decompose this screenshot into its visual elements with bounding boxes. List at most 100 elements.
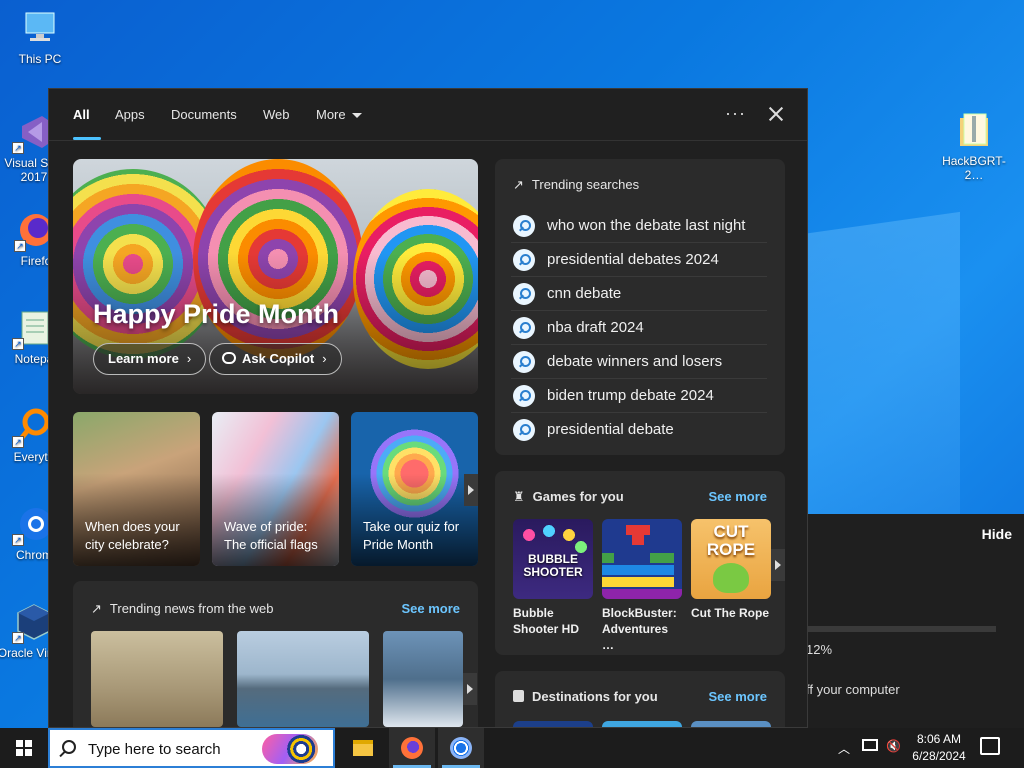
start-button[interactable] bbox=[0, 728, 48, 768]
news-see-more-link[interactable]: See more bbox=[401, 601, 460, 616]
om-nom-character bbox=[713, 563, 749, 593]
trending-search-item[interactable]: debate winners and losers bbox=[511, 345, 767, 379]
card-caption: Take our quiz for Pride Month bbox=[363, 519, 460, 552]
trending-search-text: nba draft 2024 bbox=[547, 319, 644, 336]
game-thumbnail: BUBBLE SHOOTER bbox=[513, 519, 593, 599]
game-thumbnail: CUT ROPE bbox=[691, 519, 771, 599]
game-name: Bubble Shooter HD bbox=[513, 606, 579, 636]
search-icon bbox=[513, 351, 535, 373]
trending-search-item[interactable]: who won the debate last night bbox=[511, 209, 767, 243]
game-blockbuster[interactable]: BlockBuster: Adventures … bbox=[602, 519, 682, 653]
desktop-icon-hackbgrt-folder[interactable]: HackBGRT-2… bbox=[936, 110, 1012, 182]
computer-icon bbox=[20, 8, 60, 48]
trending-search-item[interactable]: nba draft 2024 bbox=[511, 311, 767, 345]
background-progress-dialog: Hide 12% ff your computer bbox=[790, 514, 1024, 728]
taskbar-chrome[interactable] bbox=[438, 728, 484, 768]
desktop-icon-label: HackBGRT-2… bbox=[942, 154, 1006, 182]
trending-search-text: presidential debate bbox=[547, 421, 674, 438]
taskbar-search-box[interactable]: Type here to search bbox=[48, 728, 335, 768]
card-pride-quiz[interactable]: Take our quiz for Pride Month bbox=[351, 412, 478, 566]
taskbar-firefox[interactable] bbox=[389, 728, 435, 768]
destination-thumbnail[interactable] bbox=[513, 721, 593, 727]
trending-search-item[interactable]: cnn debate bbox=[511, 277, 767, 311]
taskbar: Type here to search ︿ 🔇 8:06 AM 6/28/202… bbox=[0, 728, 1024, 768]
trending-news-title: Trending news from the web bbox=[109, 601, 274, 616]
news-item-image[interactable] bbox=[383, 631, 463, 727]
game-thumb-title: BUBBLE SHOOTER bbox=[523, 552, 583, 579]
game-thumbnail bbox=[602, 519, 682, 599]
news-item-image[interactable] bbox=[91, 631, 223, 727]
hide-button[interactable]: Hide bbox=[982, 526, 1012, 542]
ask-copilot-label: Ask Copilot bbox=[242, 351, 315, 366]
folder-zip-icon bbox=[954, 110, 994, 150]
more-options-button[interactable]: ··· bbox=[725, 103, 746, 124]
shortcut-arrow-icon: ↗ bbox=[12, 632, 24, 644]
active-tab-indicator bbox=[73, 137, 101, 140]
card-city-celebrate[interactable]: When does your city celebrate? bbox=[73, 412, 200, 566]
volume-muted-icon[interactable]: 🔇 bbox=[886, 739, 901, 768]
tab-more[interactable]: More bbox=[316, 107, 362, 122]
search-icon bbox=[513, 249, 535, 271]
game-cut-the-rope[interactable]: CUT ROPE Cut The Rope bbox=[691, 519, 771, 621]
tab-more-label: More bbox=[316, 107, 346, 122]
shortcut-arrow-icon: ↗ bbox=[12, 142, 24, 154]
taskbar-file-explorer[interactable] bbox=[340, 728, 386, 768]
news-item-image[interactable] bbox=[237, 631, 369, 727]
folder-icon bbox=[353, 740, 373, 756]
card-pride-flags[interactable]: Wave of pride: The official flags bbox=[212, 412, 339, 566]
destinations-header: Destinations for you bbox=[513, 689, 658, 704]
games-header: ♜ Games for you bbox=[513, 489, 624, 505]
show-hidden-icons-button[interactable]: ︿ bbox=[838, 740, 850, 768]
chevron-right-icon: › bbox=[322, 351, 327, 366]
progress-bar bbox=[808, 626, 996, 632]
tab-apps[interactable]: Apps bbox=[115, 107, 145, 122]
desktop-icon-this-pc[interactable]: This PC bbox=[2, 8, 78, 66]
firefox-icon bbox=[401, 737, 423, 759]
network-icon[interactable] bbox=[862, 739, 878, 751]
trending-search-item[interactable]: biden trump debate 2024 bbox=[511, 379, 767, 413]
trending-search-item[interactable]: presidential debate bbox=[511, 413, 767, 447]
search-icon bbox=[513, 385, 535, 407]
trending-search-text: biden trump debate 2024 bbox=[547, 387, 714, 404]
cards-scroll-right-button[interactable] bbox=[464, 474, 478, 506]
destinations-title: Destinations for you bbox=[532, 689, 658, 704]
trending-search-item[interactable]: presidential debates 2024 bbox=[511, 243, 767, 277]
dialog-message: ff your computer bbox=[806, 682, 900, 697]
search-panel: All Apps Documents Web More ··· Happy Pr… bbox=[48, 88, 808, 728]
tab-documents[interactable]: Documents bbox=[171, 107, 237, 122]
clock[interactable]: 8:06 AM 6/28/2024 bbox=[906, 731, 972, 765]
desktop-icon-label: This PC bbox=[18, 52, 62, 66]
trending-arrow-icon: ↗ bbox=[91, 601, 102, 616]
destination-thumbnail[interactable] bbox=[602, 721, 682, 727]
search-icon bbox=[513, 419, 535, 441]
shortcut-arrow-icon: ↗ bbox=[12, 338, 24, 350]
learn-more-label: Learn more bbox=[108, 351, 179, 366]
chrome-icon bbox=[450, 737, 472, 759]
destinations-see-more-link[interactable]: See more bbox=[708, 689, 767, 704]
news-scroll-right-button[interactable] bbox=[463, 673, 477, 705]
tab-web[interactable]: Web bbox=[263, 107, 290, 122]
shortcut-arrow-icon: ↗ bbox=[12, 436, 24, 448]
chevron-right-icon: › bbox=[186, 351, 192, 366]
games-see-more-link[interactable]: See more bbox=[708, 489, 767, 504]
ask-copilot-button[interactable]: Ask Copilot › bbox=[209, 343, 342, 375]
tab-all[interactable]: All bbox=[73, 107, 90, 122]
trending-searches-header: ↗ Trending searches bbox=[513, 177, 639, 193]
clock-time: 8:06 AM bbox=[916, 732, 962, 746]
trending-searches-title: Trending searches bbox=[531, 177, 640, 192]
suitcase-icon bbox=[513, 690, 524, 702]
search-highlight-icon bbox=[262, 734, 318, 764]
learn-more-button[interactable]: Learn more › bbox=[93, 343, 207, 375]
notifications-icon[interactable] bbox=[980, 737, 1000, 755]
close-icon[interactable] bbox=[765, 103, 787, 125]
progress-percent: 12% bbox=[806, 642, 833, 657]
game-piece-icon: ♜ bbox=[513, 489, 525, 504]
games-section: ♜ Games for you See more BUBBLE SHOOTER B… bbox=[495, 471, 785, 655]
games-scroll-right-button[interactable] bbox=[771, 549, 785, 581]
hero-banner[interactable]: Happy Pride Month Learn more › Ask Copilo… bbox=[73, 159, 478, 394]
clock-date: 6/28/2024 bbox=[912, 749, 966, 763]
destination-thumbnail[interactable] bbox=[691, 721, 771, 727]
game-name: Cut The Rope bbox=[691, 606, 769, 620]
search-icon bbox=[513, 317, 535, 339]
game-bubble-shooter[interactable]: BUBBLE SHOOTER Bubble Shooter HD bbox=[513, 519, 593, 637]
